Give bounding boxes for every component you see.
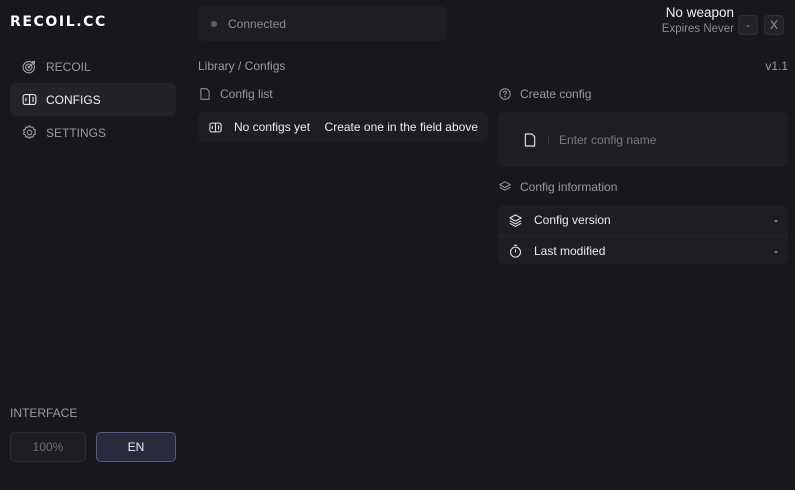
file-icon xyxy=(200,88,210,100)
config-list-empty: No configs yet Create one in the field a… xyxy=(198,112,488,142)
sidebar-item-settings[interactable]: SETTINGS xyxy=(10,116,176,149)
config-icon xyxy=(209,122,222,132)
config-icon xyxy=(20,91,38,109)
empty-title: No configs yet xyxy=(234,120,311,134)
language-button[interactable]: EN xyxy=(96,432,176,462)
help-circle-icon xyxy=(499,88,511,100)
layers-icon xyxy=(509,213,522,227)
empty-hint: Create one in the field above xyxy=(324,120,478,134)
app-version: v1.1 xyxy=(765,59,788,73)
config-name-input-wrap xyxy=(498,112,788,167)
file-icon xyxy=(524,132,536,147)
weapon-info: No weapon Expires Never xyxy=(662,5,734,35)
ui-scale-button[interactable]: 100% xyxy=(10,432,86,462)
timer-icon xyxy=(509,244,522,258)
target-icon xyxy=(20,58,38,76)
layers-icon xyxy=(499,181,511,191)
sidebar-nav: RECOIL CONFIGS SETTINGS xyxy=(10,50,176,149)
info-value: - xyxy=(774,244,778,258)
section-title: Config list xyxy=(220,87,273,101)
minimize-button[interactable]: - xyxy=(738,15,758,35)
sidebar-item-label: RECOIL xyxy=(46,59,91,74)
license-expiry: Expires Never xyxy=(661,23,734,35)
config-name-input[interactable] xyxy=(559,132,759,147)
create-config-card xyxy=(498,112,788,167)
weapon-name: No weapon xyxy=(665,5,734,20)
status-dot-icon xyxy=(211,20,217,27)
create-config-header: Create config xyxy=(498,87,591,101)
status-text: Connected xyxy=(228,16,287,31)
info-row-version: Config version - xyxy=(498,205,788,235)
sidebar-item-recoil[interactable]: RECOIL xyxy=(10,50,176,83)
app-logo: RECOIL.CC xyxy=(10,14,107,30)
interface-label: INTERFACE xyxy=(10,406,78,420)
input-divider xyxy=(548,134,549,145)
info-row-modified: Last modified - xyxy=(498,236,788,266)
breadcrumb: Library / Configs xyxy=(198,59,286,73)
section-title: Config information xyxy=(520,180,618,194)
sidebar-item-label: CONFIGS xyxy=(46,92,101,107)
info-value: - xyxy=(774,213,778,227)
sidebar-item-configs[interactable]: CONFIGS xyxy=(10,83,176,116)
config-info-card: Config version - Last modified - xyxy=(498,205,788,264)
section-title: Create config xyxy=(520,87,592,101)
config-list-header: Config list xyxy=(198,87,273,101)
info-label: Last modified xyxy=(534,244,606,258)
gear-icon xyxy=(20,124,38,142)
list-item: No configs yet Create one in the field a… xyxy=(198,112,488,142)
sidebar-item-label: SETTINGS xyxy=(46,125,107,140)
config-info-header: Config information xyxy=(498,180,617,194)
info-label: Config version xyxy=(534,213,611,227)
close-button[interactable]: X xyxy=(764,15,784,35)
connection-status: Connected xyxy=(198,6,447,41)
